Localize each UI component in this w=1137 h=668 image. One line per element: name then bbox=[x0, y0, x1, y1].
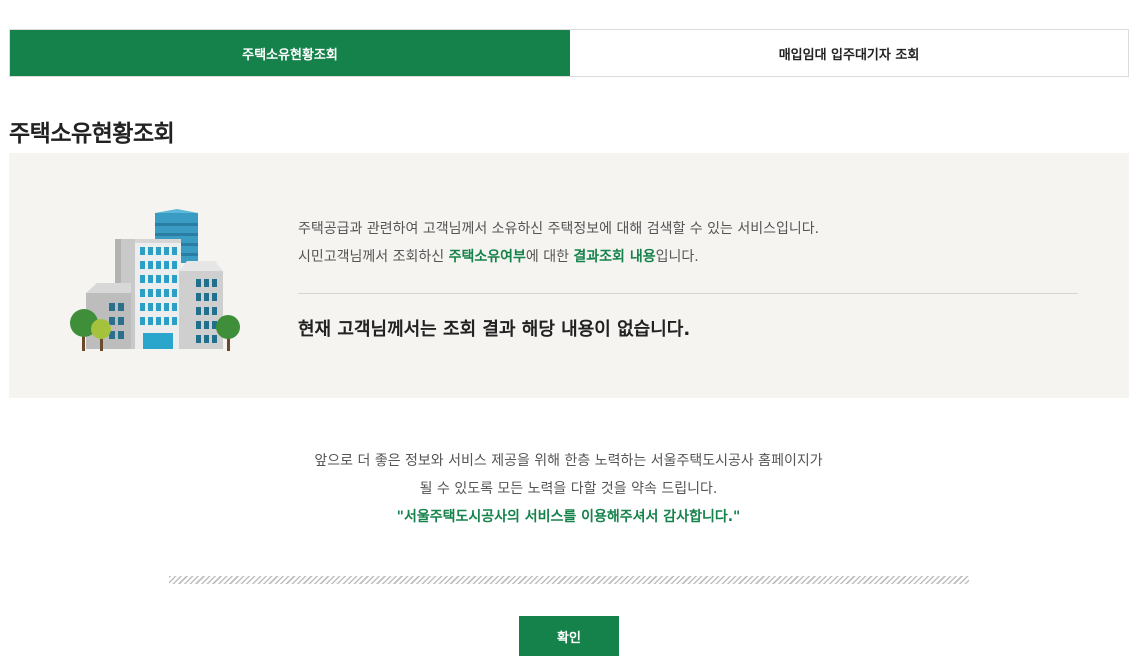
info-desc-mid: 에 대한 bbox=[525, 249, 574, 265]
info-box: 주택공급과 관련하여 고객님께서 소유하신 주택정보에 대해 검색할 수 있는 … bbox=[9, 153, 1129, 398]
result-message: 현재 고객님께서는 조회 결과 해당 내용이 없습니다. bbox=[298, 319, 691, 340]
info-desc-highlight-ownership: 주택소유여부 bbox=[448, 249, 526, 265]
info-text: 주택공급과 관련하여 고객님께서 소유하신 주택정보에 대해 검색할 수 있는 … bbox=[298, 215, 1078, 341]
page-title: 주택소유현황조회 bbox=[9, 121, 175, 147]
tab-bar: 주택소유현황조회 매입임대 입주대기자 조회 bbox=[9, 29, 1129, 77]
building-illustration-icon bbox=[70, 209, 240, 351]
footer-line1: 앞으로 더 좋은 정보와 서비스 제공을 위해 한층 노력하는 서울주택도시공사… bbox=[314, 453, 823, 469]
tab-housing-ownership[interactable]: 주택소유현황조회 bbox=[10, 30, 570, 76]
info-desc-suffix: 입니다. bbox=[655, 249, 699, 265]
footer-line2: 될 수 있도록 모든 노력을 다할 것을 약속 드립니다. bbox=[419, 481, 718, 497]
tab-rental-waitlist[interactable]: 매입임대 입주대기자 조회 bbox=[570, 30, 1128, 76]
hatched-divider bbox=[169, 576, 969, 584]
info-desc-line2: 시민고객님께서 조회하신 주택소유여부에 대한 결과조회 내용입니다. bbox=[298, 243, 1078, 271]
info-desc-highlight-result: 결과조회 내용 bbox=[573, 249, 656, 265]
info-desc-prefix: 시민고객님께서 조회하신 bbox=[298, 249, 449, 265]
info-desc-line1: 주택공급과 관련하여 고객님께서 소유하신 주택정보에 대해 검색할 수 있는 … bbox=[298, 221, 820, 237]
confirm-button[interactable]: 확인 bbox=[519, 616, 619, 656]
divider bbox=[298, 293, 1078, 294]
footer-thanks: "서울주택도시공사의 서비스를 이용해주셔서 감사합니다." bbox=[396, 509, 741, 525]
footer-message: 앞으로 더 좋은 정보와 서비스 제공을 위해 한층 노력하는 서울주택도시공사… bbox=[0, 447, 1137, 531]
